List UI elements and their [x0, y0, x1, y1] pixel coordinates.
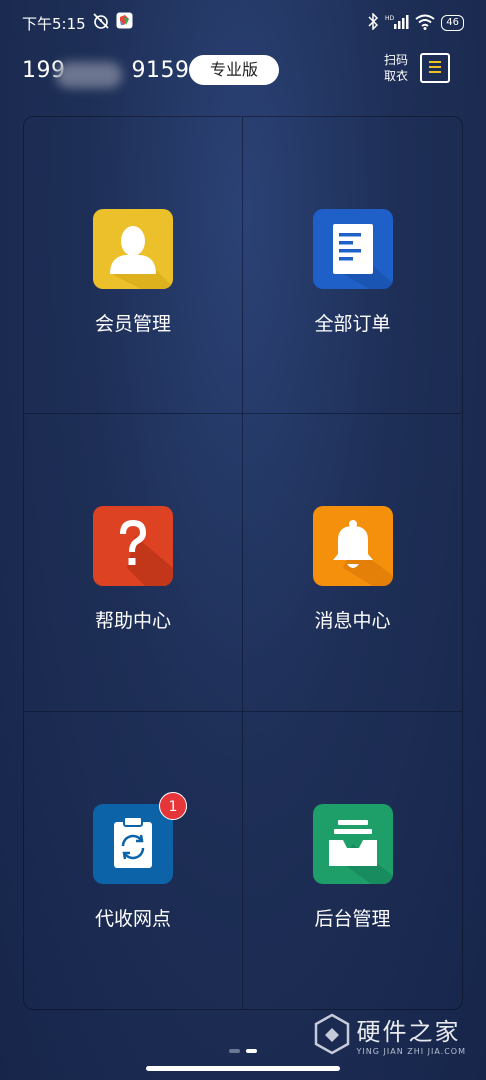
- grid-item-message-center[interactable]: 消息中心: [243, 414, 462, 712]
- grid-item-label: 代收网点: [94, 907, 171, 930]
- watermark-logo: [314, 1013, 349, 1055]
- signal-icon: HD: [385, 13, 409, 34]
- grid-item-backend-management[interactable]: 后台管理: [243, 712, 462, 1009]
- svg-text:HD: HD: [385, 15, 395, 22]
- order-list-icon: [312, 209, 393, 289]
- scan-pickup-button[interactable]: 扫码 取衣: [382, 52, 450, 84]
- grid-item-all-orders[interactable]: 全部订单: [243, 117, 462, 415]
- battery-indicator: 46: [441, 14, 464, 31]
- phone-mask: [56, 62, 122, 88]
- question-icon: [93, 506, 173, 587]
- page-dot-active[interactable]: [246, 1049, 257, 1053]
- page-dot[interactable]: [229, 1049, 240, 1053]
- grid-item-label: 全部订单: [314, 313, 391, 335]
- function-grid: 会员管理 全部订单 帮助中心 消息中心 1 代收网点 后台管理: [23, 116, 463, 1010]
- home-indicator[interactable]: [146, 1066, 340, 1071]
- grid-item-label: 会员管理: [94, 313, 171, 335]
- grid-item-label: 后台管理: [314, 907, 391, 930]
- notification-badge: 1: [159, 791, 187, 820]
- wifi-icon: [415, 14, 435, 34]
- grid-item-pickup-points[interactable]: 1 代收网点: [24, 711, 243, 1009]
- watermark: 硬件之家 YING JIAN ZHI JIA.COM: [313, 1012, 466, 1056]
- bell-icon: [312, 506, 393, 587]
- app-notification-icon: [116, 12, 133, 34]
- edition-badge[interactable]: 专业版: [189, 55, 279, 85]
- header: 199 9159 专业版 扫码 取衣: [0, 48, 486, 92]
- status-time: 下午5:15: [22, 15, 86, 33]
- clipboard-refresh-icon: [93, 803, 173, 884]
- alarm-off-icon: [92, 12, 110, 34]
- grid-item-label: 消息中心: [314, 610, 391, 633]
- bluetooth-icon: [367, 12, 379, 34]
- inbox-tray-icon: [312, 803, 393, 884]
- grid-item-label: 帮助中心: [94, 610, 171, 633]
- grid-item-member-management[interactable]: 会员管理: [24, 117, 243, 415]
- status-bar: 下午5:15 HD 46: [0, 0, 486, 44]
- grid-item-help-center[interactable]: 帮助中心: [24, 414, 243, 712]
- member-icon: [93, 209, 173, 289]
- scan-icon: [420, 53, 450, 83]
